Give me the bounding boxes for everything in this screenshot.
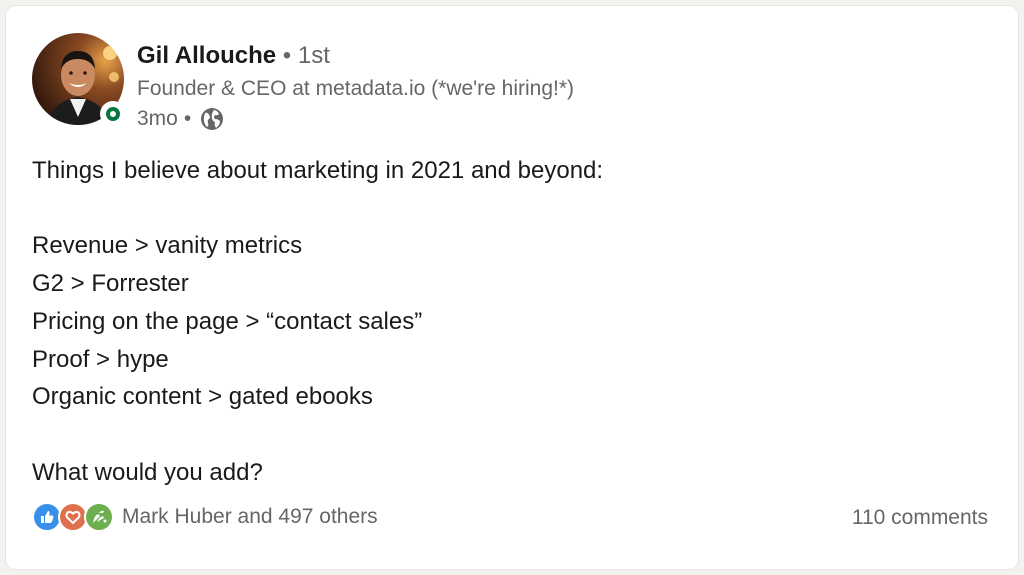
- post-line: What would you add?: [32, 458, 263, 486]
- connection-degree: • 1st: [282, 42, 330, 69]
- post-line: Organic content > gated ebooks: [32, 383, 373, 411]
- comments-count[interactable]: 110 comments: [852, 506, 988, 530]
- reactions-summary[interactable]: Mark Huber and 497 others: [32, 502, 378, 532]
- online-indicator-icon: [106, 107, 120, 121]
- post-line: Revenue > vanity metrics: [32, 232, 303, 260]
- post-text: Things I believe about marketing in 2021…: [32, 152, 992, 491]
- post-line: Things I believe about marketing in 2021…: [32, 157, 604, 184]
- author-name[interactable]: Gil Allouche: [137, 42, 276, 69]
- post-meta: 3mo •: [137, 105, 225, 133]
- post-line: G2 > Forrester: [32, 270, 189, 298]
- post-line: Pricing on the page > “contact sales”: [32, 307, 423, 335]
- reactions-count[interactable]: Mark Huber and 497 others: [122, 505, 378, 529]
- celebrate-icon: [84, 502, 114, 532]
- author-headline: Founder & CEO at metadata.io (*we're hir…: [137, 77, 575, 100]
- globe-icon: [199, 106, 225, 132]
- post-line-blank: [32, 416, 992, 454]
- meta-separator: •: [183, 107, 192, 130]
- feed-post-card: Gil Allouche • 1st Founder & CEO at meta…: [6, 6, 1018, 569]
- post-time[interactable]: 3mo: [137, 105, 178, 133]
- author-avatar[interactable]: [32, 33, 126, 127]
- author-name-row: Gil Allouche • 1st: [137, 41, 330, 71]
- post-line-blank: [32, 190, 992, 228]
- online-status-badge: [100, 101, 126, 127]
- post-line: Proof > hype: [32, 345, 169, 373]
